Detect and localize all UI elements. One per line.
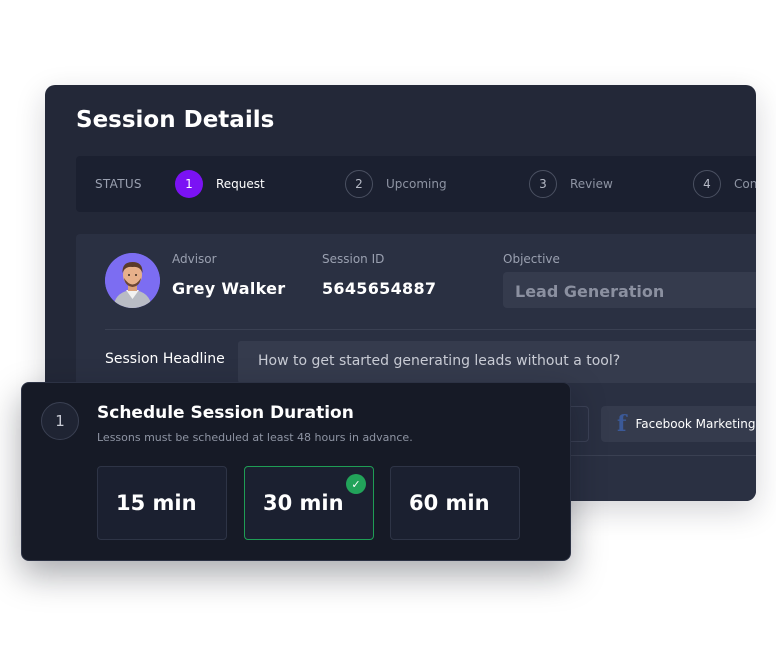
advisor-name: Grey Walker	[172, 279, 286, 298]
divider	[105, 329, 756, 330]
advisor-avatar	[105, 253, 160, 308]
headline-label: Session Headline	[105, 351, 225, 367]
step-label: Review	[570, 177, 613, 191]
schedule-subtitle: Lessons must be scheduled at least 48 ho…	[97, 431, 413, 444]
duration-label: 60 min	[409, 491, 490, 515]
headline-field[interactable]: How to get started generating leads with…	[238, 341, 756, 383]
duration-option-15[interactable]: 15 min	[97, 466, 227, 540]
step-label: Con	[734, 177, 756, 191]
step-number: 2	[345, 170, 373, 198]
schedule-title: Schedule Session Duration	[97, 403, 354, 423]
step-request[interactable]: 1 Request	[175, 169, 265, 199]
tag-facebook-marketing[interactable]: f Facebook Marketing	[601, 406, 756, 442]
step-complete[interactable]: 4 Con	[693, 169, 756, 199]
page-title: Session Details	[76, 107, 275, 133]
status-stepper: STATUS 1 Request 2 Upcoming 3 Review 4 C…	[76, 156, 756, 212]
schedule-duration-card: 1 Schedule Session Duration Lessons must…	[21, 382, 571, 561]
advisor-label: Advisor	[172, 252, 217, 266]
objective-field[interactable]: Lead Generation	[503, 272, 756, 308]
duration-option-30[interactable]: 30 min ✓	[244, 466, 374, 540]
step-upcoming[interactable]: 2 Upcoming	[345, 169, 447, 199]
step-number: 1	[175, 170, 203, 198]
session-id-label: Session ID	[322, 252, 385, 266]
facebook-icon: f	[617, 411, 627, 437]
step-number-badge: 1	[41, 402, 79, 440]
duration-option-60[interactable]: 60 min	[390, 466, 520, 540]
duration-label: 15 min	[116, 491, 197, 515]
objective-label: Objective	[503, 252, 560, 266]
check-icon: ✓	[346, 474, 366, 494]
step-label: Upcoming	[386, 177, 447, 191]
step-number: 3	[529, 170, 557, 198]
step-label: Request	[216, 177, 265, 191]
duration-label: 30 min	[263, 491, 344, 515]
step-review[interactable]: 3 Review	[529, 169, 613, 199]
status-label: STATUS	[95, 177, 142, 191]
session-id-value: 5645654887	[322, 279, 437, 298]
tag-label: Facebook Marketing	[635, 417, 756, 431]
step-number: 4	[693, 170, 721, 198]
